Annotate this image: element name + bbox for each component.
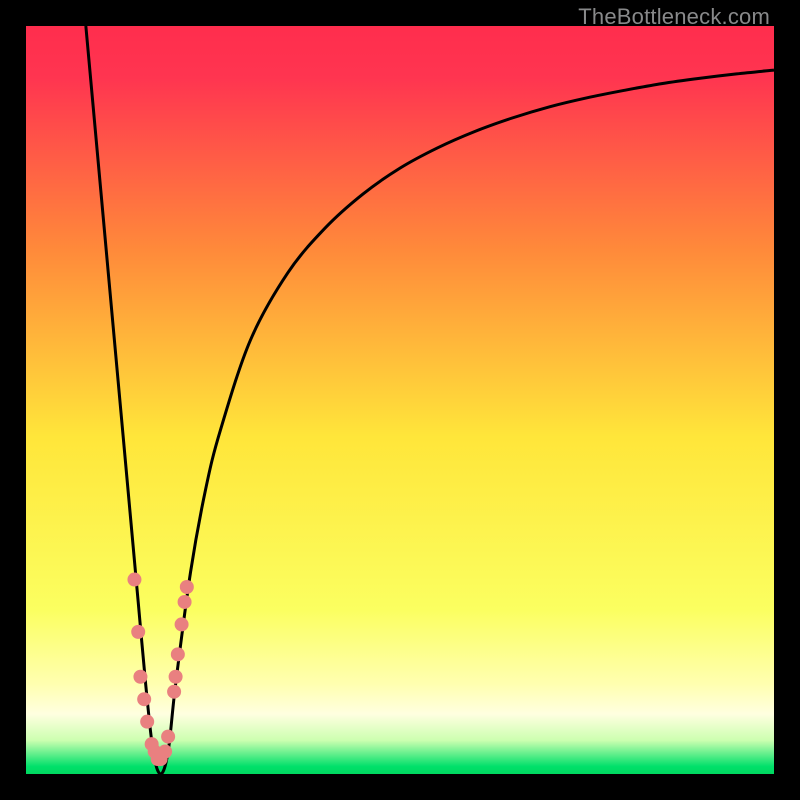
data-marker [180,580,194,594]
data-marker [161,730,175,744]
data-marker [178,595,192,609]
data-marker [131,625,145,639]
chart-frame [26,26,774,774]
data-marker [169,670,183,684]
data-marker [137,692,151,706]
data-marker [158,745,172,759]
data-marker [127,573,141,587]
gradient-background [26,26,774,774]
watermark-text: TheBottleneck.com [578,4,770,30]
data-marker [140,715,154,729]
data-marker [133,670,147,684]
data-marker [171,647,185,661]
data-marker [175,617,189,631]
data-marker [167,685,181,699]
bottleneck-chart [26,26,774,774]
